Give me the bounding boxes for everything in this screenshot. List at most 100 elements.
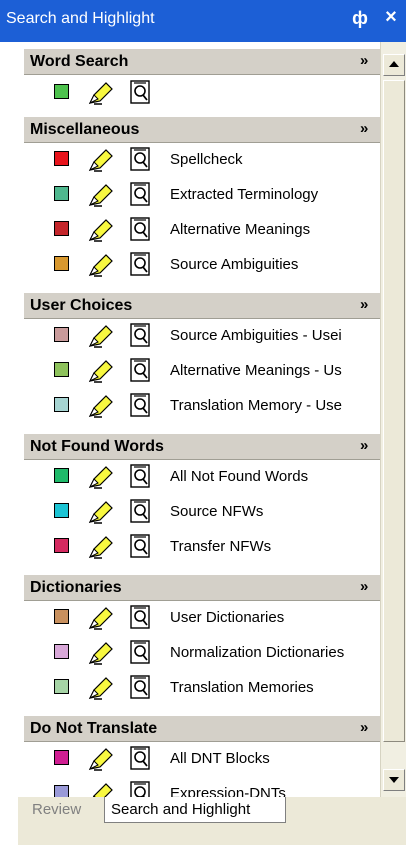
close-icon[interactable]: × [380,6,402,29]
section-header-dictionaries[interactable]: Dictionaries » [24,574,380,601]
find-icon[interactable] [130,534,150,558]
highlighter-icon[interactable] [88,641,114,665]
find-icon[interactable] [130,640,150,664]
highlight-label: All DNT Blocks [170,750,270,767]
highlighter-icon[interactable] [88,535,114,559]
color-swatch[interactable] [54,750,69,765]
color-swatch[interactable] [54,84,69,99]
highlighter-icon[interactable] [88,782,114,797]
color-swatch[interactable] [54,785,69,797]
pin-icon[interactable]: ф [350,8,370,29]
section-header-miscellaneous[interactable]: Miscellaneous » [24,116,380,143]
find-icon[interactable] [130,358,150,382]
section-header-word-search[interactable]: Word Search » [24,48,380,75]
find-icon[interactable] [130,605,150,629]
highlighter-icon[interactable] [88,465,114,489]
collapse-chevron-icon[interactable]: » [360,719,368,736]
scroll-up-button[interactable] [383,54,405,76]
collapse-chevron-icon[interactable]: » [360,578,368,595]
section-header-do-not-translate[interactable]: Do Not Translate » [24,715,380,742]
collapse-chevron-icon[interactable]: » [360,437,368,454]
find-icon[interactable] [130,393,150,417]
color-swatch[interactable] [54,609,69,624]
find-icon[interactable] [130,252,150,276]
highlighter-icon[interactable] [88,747,114,771]
highlighter-icon[interactable] [88,253,114,277]
highlighter-icon[interactable] [88,676,114,700]
highlight-label: Source Ambiguities - Usei [170,327,342,344]
highlight-label: Transfer NFWs [170,538,272,555]
highlight-label: Source NFWs [170,503,264,520]
highlight-row: Source Ambiguities - Usei [24,318,380,353]
find-icon[interactable] [130,182,150,206]
highlight-label: Alternative Meanings - Us [170,362,342,379]
section-title: Dictionaries [30,579,122,596]
tab-review[interactable]: Review [22,797,100,823]
highlight-label: All Not Found Words [170,468,309,485]
highlight-row: Source Ambiguities [24,247,380,282]
find-icon[interactable] [130,147,150,171]
find-icon[interactable] [130,746,150,770]
highlight-row: Alternative Meanings [24,212,380,247]
find-icon[interactable] [130,217,150,241]
highlighter-icon[interactable] [88,218,114,242]
highlight-label: Spellcheck [170,151,243,168]
title-bar: Search and Highlight ф × [0,0,406,42]
section-title: Miscellaneous [30,121,140,138]
highlighter-icon[interactable] [88,394,114,418]
highlighter-icon[interactable] [88,606,114,630]
section-title: Not Found Words [30,438,164,455]
color-swatch[interactable] [54,256,69,271]
highlight-label: Translation Memories [170,679,314,696]
color-swatch[interactable] [54,327,69,342]
highlight-row: Source NFWs [24,494,380,529]
highlight-row: Translation Memories [24,670,380,705]
color-swatch[interactable] [54,397,69,412]
find-icon[interactable] [130,781,150,797]
highlight-row: Extracted Terminology [24,177,380,212]
collapse-chevron-icon[interactable]: » [360,120,368,137]
highlighter-icon[interactable] [88,183,114,207]
tab-search-and-highlight[interactable]: Search and Highlight [104,797,286,823]
highlighter-icon[interactable] [88,500,114,524]
highlighter-icon[interactable] [88,148,114,172]
highlight-row: Translation Memory - Use [24,388,380,423]
collapse-chevron-icon[interactable]: » [360,52,368,69]
word-search-row [24,75,380,110]
find-icon[interactable] [130,675,150,699]
find-icon[interactable] [130,323,150,347]
vertical-scrollbar[interactable] [380,42,406,797]
color-swatch[interactable] [54,468,69,483]
find-icon[interactable] [130,80,150,104]
color-swatch[interactable] [54,151,69,166]
collapse-chevron-icon[interactable]: » [360,296,368,313]
color-swatch[interactable] [54,186,69,201]
find-icon[interactable] [130,499,150,523]
highlight-label: User Dictionaries [170,609,285,626]
scroll-down-button[interactable] [383,769,405,791]
color-swatch[interactable] [54,503,69,518]
panel-title: Search and Highlight [6,10,155,27]
section-header-not-found-words[interactable]: Not Found Words » [24,433,380,460]
scroll-thumb[interactable] [383,80,405,742]
highlighter-icon[interactable] [88,81,114,105]
content-area: Word Search » Miscellaneous » Spellcheck… [0,42,380,797]
highlight-row: Alternative Meanings - Us [24,353,380,388]
highlighter-icon[interactable] [88,324,114,348]
highlight-row: Normalization Dictionaries [24,635,380,670]
color-swatch[interactable] [54,221,69,236]
tab-label: Review [32,801,82,818]
word-search-input[interactable] [166,79,380,106]
color-swatch[interactable] [54,538,69,553]
highlight-label: Translation Memory - Use [170,397,342,414]
color-swatch[interactable] [54,362,69,377]
section-title: User Choices [30,297,133,314]
highlighter-icon[interactable] [88,359,114,383]
section-header-user-choices[interactable]: User Choices » [24,292,380,319]
highlight-label: Alternative Meanings [170,221,311,238]
color-swatch[interactable] [54,644,69,659]
section-title: Word Search [30,53,129,70]
highlight-row: User Dictionaries [24,600,380,635]
color-swatch[interactable] [54,679,69,694]
find-icon[interactable] [130,464,150,488]
